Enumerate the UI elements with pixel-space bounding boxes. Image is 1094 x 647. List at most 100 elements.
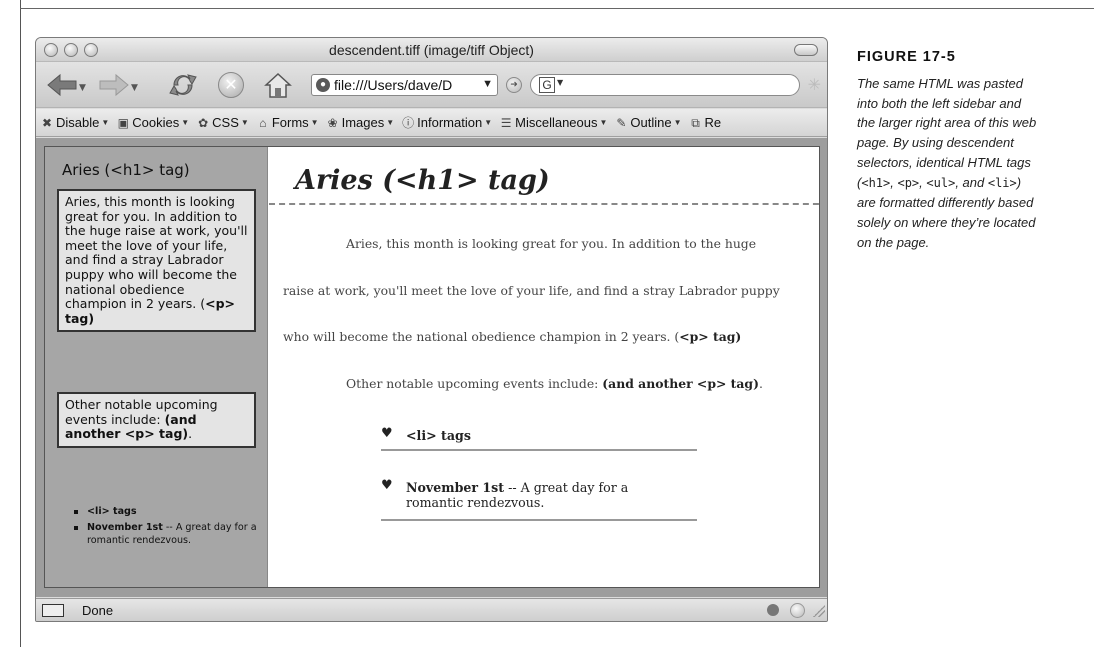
sidebar-list-item-2-bold: November 1st xyxy=(87,521,163,533)
back-button[interactable]: ▼ xyxy=(44,70,88,100)
search-engine-dropdown-icon[interactable]: ▼ xyxy=(557,78,563,87)
devbar-cookies-label: Cookies xyxy=(132,115,180,130)
browser-window: descendent.tiff (image/tiff Object) ▼ ▼ … xyxy=(35,37,828,622)
back-dropdown-icon: ▼ xyxy=(79,83,86,93)
devbar-disable[interactable]: ✖ Disable ▼ xyxy=(40,115,109,130)
main-list-item-1: ♥ <li> tags xyxy=(381,423,697,451)
devbar-cookies[interactable]: ▣ Cookies ▼ xyxy=(116,115,190,130)
url-dropdown-icon[interactable]: ▼ xyxy=(478,78,493,90)
stop-x-icon: ✕ xyxy=(224,75,238,94)
status-text: Done xyxy=(82,603,114,618)
url-text: file:///Users/dave/D xyxy=(334,77,453,93)
page-left-rule xyxy=(20,0,21,647)
figure-caption: The same HTML was pasted into both the l… xyxy=(857,74,1042,252)
resize-icon: ⧉ xyxy=(691,115,700,130)
css-icon: ✿ xyxy=(198,115,209,130)
page-sidebar: Aries (<h1> tag) Aries, this month is lo… xyxy=(45,147,268,587)
devbar-outline[interactable]: ✎ Outline ▼ xyxy=(614,115,681,130)
main-paragraph-1-tag: <p> tag) xyxy=(679,329,742,344)
list-item: November 1st -- A great day for a romant… xyxy=(74,521,257,548)
pencil-icon: ✎ xyxy=(616,115,627,130)
caption-code-p: <p> xyxy=(897,175,920,190)
list-item: <li> tags xyxy=(74,505,257,519)
devbar-css-label: CSS xyxy=(212,115,239,130)
devbar-miscellaneous[interactable]: ☰ Miscellaneous ▼ xyxy=(499,115,608,130)
caption-text-1: The same HTML was pasted into both the l… xyxy=(857,76,1037,190)
back-arrow-icon xyxy=(47,73,77,97)
devbar-images[interactable]: ❀ Images ▼ xyxy=(326,115,395,130)
main-list-item-2-bold: November 1st xyxy=(406,480,505,495)
navigation-toolbar: ▼ ▼ ✕ ● file:///Users/dave/D ▼ ➜ G ▼ ✳ xyxy=(36,62,827,108)
devbar-resize[interactable]: ⧉ Re xyxy=(689,115,722,130)
devbar-outline-label: Outline xyxy=(630,115,672,130)
loading-spinner-icon: ✳ xyxy=(807,75,821,94)
main-paragraph-2-tag: (and another <p> tag) xyxy=(602,376,759,391)
main-list-item-2: ♥ November 1st -- A great day for a roma… xyxy=(381,475,697,521)
status-orb-icon[interactable] xyxy=(790,603,805,618)
devbar-resize-label: Re xyxy=(704,115,722,130)
chevron-down-icon: ▼ xyxy=(181,118,190,127)
go-arrow-icon: ➜ xyxy=(510,80,518,90)
title-bar[interactable]: descendent.tiff (image/tiff Object) xyxy=(36,38,827,62)
main-paragraph-2: Other notable upcoming events include: (… xyxy=(283,376,819,391)
pen-icon[interactable] xyxy=(767,604,779,616)
sidebar-paragraph-2: Other notable upcoming events include: (… xyxy=(57,392,256,448)
heart-bullet-icon: ♥ xyxy=(381,478,393,493)
main-paragraph-1-text: who will become the national obedience c… xyxy=(283,329,680,344)
main-paragraph-1-line-2: raise at work, you'll meet the love of y… xyxy=(283,283,780,298)
url-field[interactable]: ● file:///Users/dave/D ▼ xyxy=(311,74,498,96)
sidebar-paragraph-2-end: . xyxy=(188,426,193,442)
devbar-forms[interactable]: ⌂ Forms ▼ xyxy=(256,115,319,130)
main-list-item-1-text: <li> tags xyxy=(406,428,471,443)
devbar-disable-label: Disable xyxy=(56,115,100,130)
forms-icon: ⌂ xyxy=(259,115,267,130)
chevron-down-icon: ▼ xyxy=(101,118,110,127)
images-icon: ❀ xyxy=(327,115,338,130)
window-title: descendent.tiff (image/tiff Object) xyxy=(329,42,534,58)
sidebar-paragraph-1: Aries, this month is looking great for y… xyxy=(57,189,256,333)
reload-button[interactable] xyxy=(166,70,200,100)
page-info-icon[interactable] xyxy=(42,604,64,617)
stop-button[interactable]: ✕ xyxy=(218,72,244,98)
devbar-information-label: Information xyxy=(417,115,483,130)
main-list-item-2-line-2: romantic rendezvous. xyxy=(406,495,545,510)
heart-bullet-icon: ♥ xyxy=(381,426,393,441)
web-page: Aries (<h1> tag) Aries, this month is lo… xyxy=(44,146,820,588)
caption-code-ul: <ul> xyxy=(926,175,956,190)
page-main-area: Aries (<h1> tag) Aries, this month is lo… xyxy=(269,147,819,587)
home-button[interactable] xyxy=(264,71,292,99)
toolbar-toggle-button[interactable] xyxy=(794,44,818,56)
devbar-forms-label: Forms xyxy=(271,115,309,130)
devbar-css[interactable]: ✿ CSS ▼ xyxy=(196,115,249,130)
caption-code-li: <li> xyxy=(987,175,1017,190)
go-button[interactable]: ➜ xyxy=(506,77,522,93)
chevron-down-icon: ▼ xyxy=(240,118,249,127)
caption-code-h1: <h1> xyxy=(861,175,891,190)
figure-label: FIGURE 17-5 xyxy=(857,49,956,65)
resize-grip-icon[interactable] xyxy=(813,605,825,617)
devbar-images-label: Images xyxy=(341,115,385,130)
forward-button[interactable]: ▼ xyxy=(96,70,140,100)
web-developer-toolbar: ✖ Disable ▼ ▣ Cookies ▼ ✿ CSS ▼ ⌂ Forms ▼ ❀ Image… xyxy=(36,109,827,137)
chevron-down-icon: ▼ xyxy=(484,118,493,127)
devbar-information[interactable]: ⓘ Information ▼ xyxy=(401,115,492,130)
misc-icon: ☰ xyxy=(500,115,512,130)
globe-icon: ● xyxy=(316,78,330,92)
main-paragraph-2-text: Other notable upcoming events include: xyxy=(346,376,603,391)
search-field[interactable]: G ▼ xyxy=(530,74,800,96)
main-heading: Aries (<h1> tag) xyxy=(269,165,819,205)
main-paragraph-1-line-3: who will become the national obedience c… xyxy=(283,329,819,344)
home-icon xyxy=(264,72,292,98)
forward-dropdown-icon: ▼ xyxy=(131,83,138,93)
search-engine-icon[interactable]: G xyxy=(539,77,555,93)
reload-icon xyxy=(169,74,197,96)
sidebar-heading: Aries (<h1> tag) xyxy=(62,161,190,179)
caption-sep-3: , and xyxy=(955,174,988,190)
cookie-icon: ▣ xyxy=(117,115,129,130)
sidebar-list: <li> tags November 1st -- A great day fo… xyxy=(74,505,257,550)
chevron-down-icon: ▼ xyxy=(310,118,319,127)
status-bar: Done xyxy=(36,598,827,621)
main-list-item-2-text: -- A great day for a xyxy=(504,480,629,495)
devbar-miscellaneous-label: Miscellaneous xyxy=(515,115,598,130)
sidebar-paragraph-1-text: Aries, this month is looking great for y… xyxy=(65,194,248,312)
